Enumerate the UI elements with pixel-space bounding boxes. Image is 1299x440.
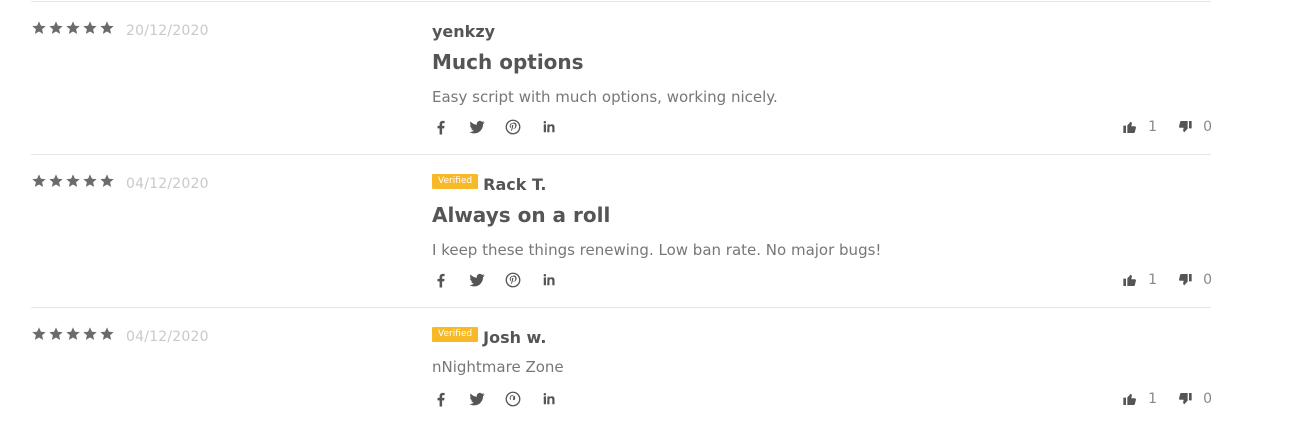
thumbs-down-icon: [1179, 274, 1192, 286]
review-title: Always on a roll: [432, 203, 611, 227]
vote-buttons: 1 0: [1122, 119, 1212, 135]
star-rating: [31, 326, 115, 342]
star-rating: [31, 173, 115, 189]
upvote-count: 1: [1148, 119, 1158, 135]
upvote-count: 1: [1148, 391, 1158, 407]
pinterest-icon[interactable]: [504, 118, 522, 136]
review-content: yenkzy Much options Easy script with muc…: [432, 2, 1212, 154]
downvote-button[interactable]: 0: [1177, 391, 1212, 407]
star-icon: [31, 173, 47, 189]
upvote-count: 1: [1148, 272, 1158, 288]
thumbs-down-icon: [1179, 393, 1192, 405]
facebook-icon[interactable]: [432, 118, 450, 136]
review-date: 20/12/2020: [126, 23, 209, 39]
review-body: Easy script with much options, working n…: [432, 88, 778, 106]
downvote-button[interactable]: 0: [1177, 119, 1212, 135]
author-line: yenkzy: [432, 22, 495, 41]
linkedin-icon[interactable]: [540, 118, 558, 136]
downvote-count: 0: [1203, 272, 1212, 288]
star-icon: [48, 173, 64, 189]
author-line: Verified Josh w.: [432, 327, 547, 347]
share-links: [432, 271, 558, 289]
review-item: 04/12/2020 Verified Rack T. Always on a …: [31, 154, 1212, 307]
star-icon: [82, 326, 98, 342]
review-date: 04/12/2020: [126, 329, 209, 345]
review-author: Rack T.: [483, 175, 547, 194]
star-icon: [65, 20, 81, 36]
upvote-button[interactable]: 1: [1122, 119, 1157, 135]
facebook-icon[interactable]: [432, 390, 450, 408]
star-icon: [65, 173, 81, 189]
star-icon: [99, 20, 115, 36]
linkedin-icon[interactable]: [540, 390, 558, 408]
upvote-button[interactable]: 1: [1122, 391, 1157, 407]
downvote-count: 0: [1203, 391, 1212, 407]
review-body: I keep these things renewing. Low ban ra…: [432, 241, 882, 259]
pinterest-icon[interactable]: [504, 390, 522, 408]
vote-buttons: 1 0: [1122, 272, 1212, 288]
share-links: [432, 118, 558, 136]
twitter-icon[interactable]: [468, 118, 486, 136]
facebook-icon[interactable]: [432, 271, 450, 289]
star-icon: [82, 173, 98, 189]
linkedin-icon[interactable]: [540, 271, 558, 289]
star-icon: [82, 20, 98, 36]
review-date: 04/12/2020: [126, 176, 209, 192]
review-body: nNightmare Zone: [432, 358, 564, 376]
thumbs-up-icon: [1123, 121, 1137, 133]
review-item: 04/12/2020 Verified Josh w. nNightmare Z…: [31, 307, 1212, 440]
star-rating: [31, 20, 115, 36]
star-icon: [31, 20, 47, 36]
author-line: Verified Rack T.: [432, 174, 547, 194]
star-icon: [48, 326, 64, 342]
star-icon: [99, 326, 115, 342]
review-author: yenkzy: [432, 22, 496, 41]
twitter-icon[interactable]: [468, 390, 486, 408]
downvote-count: 0: [1203, 119, 1212, 135]
pinterest-icon[interactable]: [504, 271, 522, 289]
twitter-icon[interactable]: [468, 271, 486, 289]
review-author: Josh w.: [483, 328, 547, 347]
upvote-button[interactable]: 1: [1122, 272, 1157, 288]
star-icon: [65, 326, 81, 342]
share-links: [432, 390, 558, 408]
reviews-list: 20/12/2020 yenkzy Much options Easy scri…: [0, 0, 1299, 439]
star-icon: [48, 20, 64, 36]
star-icon: [99, 173, 115, 189]
star-icon: [31, 326, 47, 342]
review-item: 20/12/2020 yenkzy Much options Easy scri…: [31, 1, 1212, 154]
verified-badge: Verified: [432, 327, 479, 342]
vote-buttons: 1 0: [1122, 391, 1212, 407]
thumbs-up-icon: [1123, 393, 1137, 405]
thumbs-up-icon: [1123, 274, 1137, 286]
review-content: Verified Rack T. Always on a roll I keep…: [432, 155, 1212, 307]
review-content: Verified Josh w. nNightmare Zone 1 0: [432, 308, 1212, 440]
verified-badge: Verified: [432, 174, 479, 189]
downvote-button[interactable]: 0: [1177, 272, 1212, 288]
review-title: Much options: [432, 50, 584, 74]
thumbs-down-icon: [1179, 121, 1192, 133]
